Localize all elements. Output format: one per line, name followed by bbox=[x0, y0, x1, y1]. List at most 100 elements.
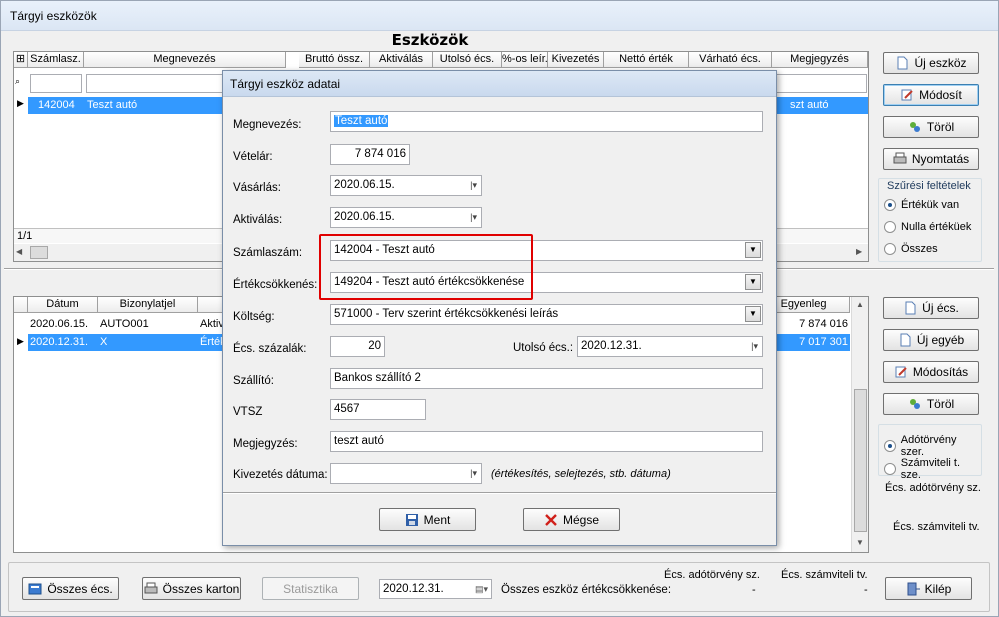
delete-label: Töröl bbox=[926, 120, 955, 134]
cost-select[interactable]: 571000 - Terv szerint értékcsökkenési le… bbox=[330, 304, 763, 325]
last-depr-date-field[interactable]: 2020.12.31. |▾ bbox=[577, 336, 763, 357]
new-depr-button[interactable]: Új écs. bbox=[883, 297, 979, 319]
filter-account-input[interactable] bbox=[30, 74, 82, 93]
grid-selector-icon[interactable]: ⊞ bbox=[14, 52, 28, 68]
col-header-name[interactable]: Megnevezés bbox=[84, 52, 286, 68]
mode-group: Adótörvény szer. Számviteli t. sze. bbox=[878, 424, 982, 481]
disposal-hint: (értékesítés, selejtezés, stb. dátuma) bbox=[491, 468, 671, 480]
dialog-divider bbox=[223, 492, 776, 494]
chevron-down-icon[interactable]: ▼ bbox=[745, 306, 761, 322]
title-bar: Tárgyi eszközök bbox=[1, 1, 998, 31]
radio-icon bbox=[884, 221, 896, 233]
col-header-disposal[interactable]: Kivezetés bbox=[548, 52, 604, 68]
label-vtsz: VTSZ bbox=[233, 406, 263, 418]
save-button[interactable]: Ment bbox=[379, 508, 476, 531]
tax-depr-label: Écs. adótörvény sz. bbox=[885, 482, 981, 494]
dialog-title: Tárgyi eszköz adatai bbox=[230, 77, 341, 91]
supplier-field-value: Bankos szállító 2 bbox=[334, 372, 421, 384]
label-cost: Költség: bbox=[233, 311, 275, 323]
new-other-button[interactable]: Új egyéb bbox=[883, 329, 979, 351]
note-field[interactable]: teszt autó bbox=[330, 431, 763, 452]
calculator-icon bbox=[28, 583, 42, 594]
val-acc: - bbox=[864, 584, 868, 596]
depr-date: 2020.12.31. bbox=[30, 336, 89, 348]
new-asset-button[interactable]: Új eszköz bbox=[883, 52, 979, 74]
vtsz-field[interactable]: 4567 bbox=[330, 399, 426, 420]
val-tax: - bbox=[752, 584, 756, 596]
filter-group: Szűrési feltételek Értékük van Nulla ért… bbox=[878, 178, 982, 262]
purchase-date-field[interactable]: 2020.06.15. |▾ bbox=[330, 175, 482, 196]
filter-option-has-value[interactable]: Értékük van bbox=[884, 199, 959, 211]
filter-note-input[interactable] bbox=[774, 74, 867, 93]
total-depr-button[interactable]: Összes écs. bbox=[22, 577, 119, 600]
modify-button[interactable]: Módosít bbox=[883, 84, 979, 106]
printer-icon bbox=[144, 582, 158, 593]
label-supplier: Szállító: bbox=[233, 375, 274, 387]
col-header-percent[interactable]: %-os leír. bbox=[502, 52, 548, 68]
scroll-up-icon[interactable]: ▲ bbox=[856, 300, 864, 309]
col-header-account[interactable]: Számlasz. bbox=[28, 52, 84, 68]
vertical-scrollbar[interactable]: ▲ ▼ bbox=[851, 297, 868, 552]
mode-option-accounting[interactable]: Számviteli t. sze. bbox=[884, 457, 981, 481]
cancel-button[interactable]: Mégse bbox=[523, 508, 620, 531]
col-header-activation[interactable]: Aktiválás bbox=[370, 52, 433, 68]
disposal-date-field[interactable]: |▾ bbox=[330, 463, 482, 484]
delete-icon bbox=[909, 399, 920, 409]
date-picker[interactable]: 2020.12.31. ▤▾ bbox=[379, 579, 492, 599]
date-dropdown-icon[interactable]: |▾ bbox=[470, 464, 477, 482]
filter-option-zero[interactable]: Nulla értéküek bbox=[884, 221, 971, 233]
printer-icon bbox=[893, 152, 907, 164]
col-header-gross[interactable]: Bruttó össz. bbox=[299, 52, 370, 68]
filter-option-label: Nulla értéküek bbox=[901, 221, 972, 233]
date-dropdown-icon[interactable]: |▾ bbox=[470, 208, 477, 226]
scroll-down-icon[interactable]: ▼ bbox=[856, 538, 864, 547]
filter-option-all[interactable]: Összes bbox=[884, 243, 938, 255]
exit-button[interactable]: Kilép bbox=[885, 577, 972, 600]
price-field[interactable]: 7 874 016 bbox=[330, 144, 410, 165]
calendar-dropdown-icon[interactable]: ▤▾ bbox=[475, 580, 488, 598]
radio-icon bbox=[884, 440, 896, 452]
date-dropdown-icon[interactable]: |▾ bbox=[470, 176, 477, 194]
col-header-last-depr[interactable]: Utolsó écs. bbox=[433, 52, 502, 68]
depr-modify-button[interactable]: Módosítás bbox=[883, 361, 979, 383]
cancel-label: Mégse bbox=[562, 512, 600, 527]
scroll-right-icon[interactable]: ▶ bbox=[856, 247, 862, 256]
scroll-left-icon[interactable]: ◀ bbox=[16, 247, 22, 256]
rate-field[interactable]: 20 bbox=[330, 336, 385, 357]
chevron-down-icon[interactable]: ▼ bbox=[745, 242, 761, 258]
total-card-label: Összes karton bbox=[162, 581, 240, 596]
filter-binoculars-icon[interactable]: ⌕ bbox=[15, 76, 20, 87]
filter-name-input[interactable] bbox=[86, 74, 236, 93]
col-header-date[interactable]: Dátum bbox=[28, 297, 98, 313]
edit-icon bbox=[895, 366, 907, 378]
mode-option-tax[interactable]: Adótörvény szer. bbox=[884, 434, 981, 458]
scroll-thumb[interactable] bbox=[30, 246, 48, 259]
total-card-button[interactable]: Összes karton bbox=[142, 577, 241, 600]
print-button[interactable]: Nyomtatás bbox=[883, 148, 979, 170]
name-field[interactable]: Teszt autó bbox=[330, 111, 763, 132]
new-document-icon bbox=[900, 333, 911, 347]
col-header-expected[interactable]: Várható écs. bbox=[689, 52, 772, 68]
depr-row-pointer-icon: ▶ bbox=[17, 336, 24, 346]
label-activation: Aktiválás: bbox=[233, 214, 283, 226]
col-header-doc[interactable]: Bizonylatjel bbox=[98, 297, 198, 313]
chevron-down-icon[interactable]: ▼ bbox=[745, 274, 761, 290]
dialog-title-bar: Tárgyi eszköz adatai bbox=[223, 71, 776, 97]
rate-field-value: 20 bbox=[368, 340, 381, 352]
name-field-value: Teszt autó bbox=[334, 115, 389, 127]
radio-icon bbox=[884, 199, 896, 211]
new-asset-label: Új eszköz bbox=[914, 56, 967, 70]
edit-icon bbox=[901, 89, 913, 101]
delete-button[interactable]: Töröl bbox=[883, 116, 979, 138]
depr-delete-button[interactable]: Töröl bbox=[883, 393, 979, 415]
date-dropdown-icon[interactable]: |▾ bbox=[751, 337, 758, 355]
scroll-thumb[interactable] bbox=[854, 389, 867, 532]
label-name: Megnevezés: bbox=[233, 119, 302, 131]
statistics-label: Statisztika bbox=[283, 581, 338, 596]
statistics-button[interactable]: Statisztika bbox=[262, 577, 359, 600]
col-header-note[interactable]: Megjegyzés bbox=[772, 52, 868, 68]
mode-option-label: Számviteli t. sze. bbox=[900, 457, 961, 481]
col-header-net[interactable]: Nettó érték bbox=[604, 52, 689, 68]
activation-date-field[interactable]: 2020.06.15. |▾ bbox=[330, 207, 482, 228]
supplier-field[interactable]: Bankos szállító 2 bbox=[330, 368, 763, 389]
